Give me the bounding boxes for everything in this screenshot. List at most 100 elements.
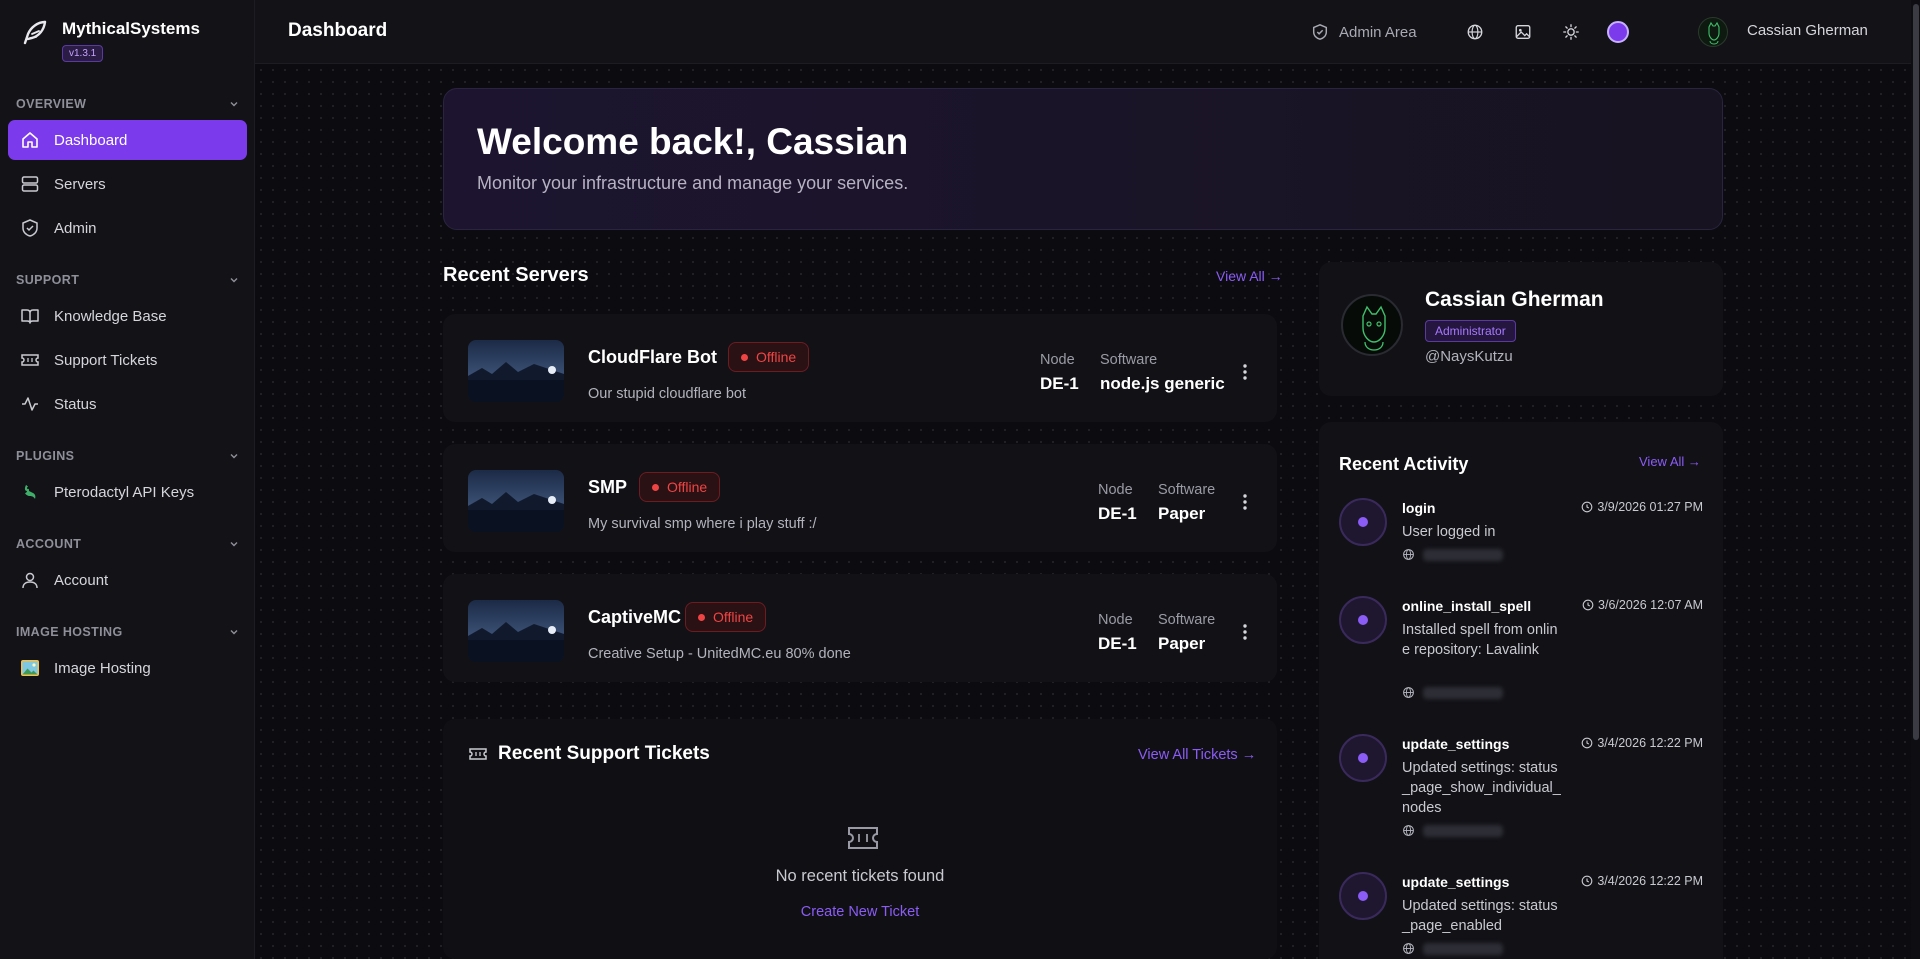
status-dot-icon <box>741 353 748 361</box>
view-all-servers-link[interactable]: View All → <box>1216 268 1283 284</box>
profile-card: Cassian Gherman Administrator @NaysKutzu <box>1319 262 1723 396</box>
theme-color-icon[interactable] <box>1607 21 1629 43</box>
activity-time-text: 3/4/2026 12:22 PM <box>1597 874 1703 888</box>
node-value: DE-1 <box>1040 374 1079 393</box>
sidebar-item-pterodactyl-api-keys[interactable]: Pterodactyl API Keys <box>8 472 247 512</box>
activity-description: User logged in <box>1402 524 1496 540</box>
activity-ip <box>1402 548 1503 561</box>
activity-dot-icon <box>1339 734 1387 782</box>
nav-section-plugins: PLUGINS Pterodactyl API Keys <box>0 446 255 512</box>
status-badge: Offline <box>728 342 810 372</box>
section-header-plugins[interactable]: PLUGINS <box>0 446 255 466</box>
user-name[interactable]: Cassian Gherman <box>1747 22 1868 39</box>
more-options-icon[interactable] <box>1242 492 1248 512</box>
nav-section-overview: OVERVIEW Dashboard Servers Admin <box>0 94 255 248</box>
view-all-tickets-link[interactable]: View All Tickets → <box>1138 747 1256 763</box>
activity-description: Updated settings: status_page_show_indiv… <box>1402 760 1561 816</box>
nav-section-image-hosting: IMAGE HOSTING Image Hosting <box>0 622 255 688</box>
avatar[interactable] <box>1698 17 1728 47</box>
version-badge: v1.3.1 <box>62 45 104 62</box>
section-header-overview[interactable]: OVERVIEW <box>0 94 255 114</box>
server-card[interactable]: CloudFlare Bot Offline Our stupid cloudf… <box>443 314 1277 422</box>
server-name: CloudFlare Bot <box>588 347 717 367</box>
ticket-empty-icon <box>848 827 878 849</box>
activity-description: Installed spell from online repository: … <box>1402 622 1558 658</box>
software-value: Paper <box>1158 504 1206 523</box>
shield-icon <box>22 219 38 237</box>
recent-tickets-title: Recent Support Tickets <box>498 743 710 764</box>
activity-time: 3/4/2026 12:22 PM <box>1581 736 1703 750</box>
sidebar-item-knowledge-base[interactable]: Knowledge Base <box>8 296 247 336</box>
more-options-icon[interactable] <box>1242 622 1248 642</box>
software-value: Paper <box>1158 634 1206 653</box>
page-scrollbar[interactable] <box>1911 0 1920 959</box>
book-icon <box>21 309 39 324</box>
activity-time: 3/4/2026 12:22 PM <box>1581 874 1703 888</box>
sidebar-item-label: Knowledge Base <box>54 307 167 325</box>
sidebar-item-account[interactable]: Account <box>8 560 247 600</box>
section-title: OVERVIEW <box>16 97 87 111</box>
brand[interactable]: MythicalSystems v1.3.1 <box>18 18 200 62</box>
home-icon <box>22 132 38 148</box>
feather-logo-icon <box>23 20 47 45</box>
sidebar-item-label: Admin <box>54 219 97 237</box>
section-header-account[interactable]: ACCOUNT <box>0 534 255 554</box>
activity-dot-icon <box>1339 872 1387 920</box>
node-label: Node <box>1040 352 1075 368</box>
sidebar-item-dashboard[interactable]: Dashboard <box>8 120 247 160</box>
activity-name: update_settings <box>1402 874 1510 890</box>
activity-ip <box>1402 686 1503 699</box>
welcome-title: Welcome back!, Cassian <box>477 121 909 162</box>
chevron-down-icon <box>230 542 238 547</box>
server-thumbnail <box>468 600 564 662</box>
sidebar-item-label: Pterodactyl API Keys <box>54 483 195 501</box>
software-label: Software <box>1100 352 1158 368</box>
section-header-support[interactable]: SUPPORT <box>0 270 255 290</box>
activity-dot-icon <box>1339 596 1387 644</box>
page-title: Dashboard <box>288 20 388 41</box>
image-icon[interactable] <box>1511 20 1535 44</box>
more-options-icon[interactable] <box>1242 362 1248 382</box>
sidebar-item-servers[interactable]: Servers <box>8 164 247 204</box>
recent-activity-panel: Recent Activity View All → login User lo… <box>1319 422 1723 959</box>
activity-time: 3/6/2026 12:07 AM <box>1582 598 1703 612</box>
section-header-image-hosting[interactable]: IMAGE HOSTING <box>0 622 255 642</box>
create-ticket-label[interactable]: Create New Ticket <box>801 904 919 920</box>
activity-ip <box>1402 942 1503 955</box>
server-name: SMP <box>588 477 628 497</box>
globe-icon <box>1403 549 1414 560</box>
shield-check-icon <box>1312 24 1328 40</box>
section-title: PLUGINS <box>16 449 75 463</box>
recent-activity-title: Recent Activity <box>1339 454 1469 474</box>
chevron-down-icon <box>230 454 238 459</box>
node-value: DE-1 <box>1098 504 1137 523</box>
globe-icon[interactable] <box>1463 20 1487 44</box>
pterodactyl-icon <box>24 485 36 499</box>
server-card[interactable]: CaptiveMC Offline Creative Setup - Unite… <box>443 574 1277 682</box>
sidebar-item-admin[interactable]: Admin <box>8 208 247 248</box>
redacted-ip <box>1423 548 1503 561</box>
sidebar-item-support-tickets[interactable]: Support Tickets <box>8 340 247 380</box>
ticket-icon <box>469 748 487 760</box>
chevron-down-icon <box>230 102 238 107</box>
scrollbar-thumb[interactable] <box>1913 4 1919 740</box>
software-label: Software <box>1158 612 1216 628</box>
server-description: Our stupid cloudflare bot <box>588 386 746 402</box>
recent-tickets-panel: Recent Support Tickets View All Tickets … <box>443 719 1277 959</box>
redacted-ip <box>1423 686 1503 699</box>
admin-area-link[interactable]: Admin Area <box>1311 18 1417 46</box>
server-card[interactable]: SMP Offline My survival smp where i play… <box>443 444 1277 552</box>
sidebar-item-image-hosting[interactable]: Image Hosting <box>8 648 247 688</box>
main-content: Welcome back!, Cassian Monitor your infr… <box>255 64 1920 959</box>
profile-handle: @NaysKutzu <box>1425 348 1513 365</box>
globe-icon <box>1403 825 1414 836</box>
status-text: Offline <box>667 479 708 495</box>
sidebar-item-status[interactable]: Status <box>8 384 247 424</box>
welcome-subtitle: Monitor your infrastructure and manage y… <box>477 173 909 193</box>
view-all-activity-link[interactable]: View All → <box>1639 454 1701 469</box>
activity-ip <box>1402 824 1503 837</box>
create-ticket-link[interactable]: Create New Ticket <box>443 904 1277 920</box>
recent-servers-title: Recent Servers <box>443 264 589 286</box>
role-badge: Administrator <box>1425 320 1516 342</box>
sun-icon[interactable] <box>1559 20 1583 44</box>
